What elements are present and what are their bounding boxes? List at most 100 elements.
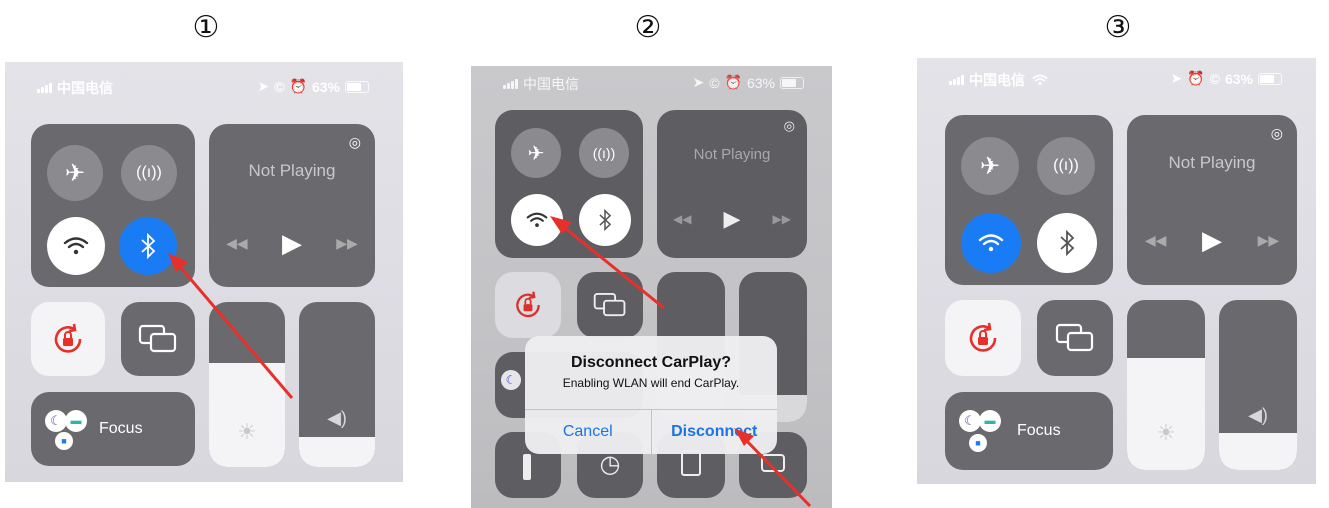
status-bar: 中国电信 ➤ © ⏰ 63%	[471, 66, 832, 106]
orientation-lock-status-icon: ©	[1209, 70, 1220, 87]
status-bar: 中国电信 ➤ ⏰ © 63%	[917, 58, 1316, 98]
orientation-lock-status-icon: ©	[709, 74, 720, 91]
battery-icon	[345, 80, 369, 93]
cellular-icon: ((ı))	[136, 164, 162, 181]
now-playing-module[interactable]: ◎ Not Playing ◀◀ ▶ ▶▶	[209, 124, 375, 287]
step-number-3: ③	[1104, 10, 1132, 45]
airplane-icon: ✈	[979, 152, 1001, 180]
volume-slider[interactable]: ◀)	[299, 302, 375, 467]
carrier-label: 中国电信	[523, 76, 579, 92]
bluetooth-icon	[1060, 230, 1075, 256]
cellular-icon: ((ı))	[1053, 157, 1079, 174]
now-playing-title: Not Playing	[248, 161, 336, 180]
next-track-icon[interactable]: ▶▶	[1258, 232, 1280, 249]
rotation-lock-icon	[516, 291, 540, 318]
battery-percent: 63%	[1224, 70, 1253, 87]
bluetooth-button[interactable]	[1037, 213, 1097, 273]
cancel-button[interactable]: Cancel	[525, 410, 651, 454]
airplane-mode-button[interactable]: ✈	[47, 145, 103, 201]
work-icon: ■	[55, 432, 73, 450]
next-track-icon[interactable]: ▶▶	[336, 235, 358, 252]
airplane-mode-button[interactable]: ✈	[511, 128, 561, 178]
volume-icon: ◀)	[1248, 405, 1268, 425]
carrier-label: 中国电信	[969, 72, 1025, 88]
bed-icon: ▬	[65, 410, 87, 432]
cellular-icon: ((ı))	[592, 145, 616, 161]
moon-icon: ☾	[501, 370, 521, 390]
screen-mirroring-icon	[593, 293, 626, 317]
timer-icon: ◷	[599, 451, 621, 478]
disconnect-button[interactable]: Disconnect	[650, 410, 778, 454]
previous-track-icon[interactable]: ◀◀	[226, 235, 248, 252]
cellular-data-button[interactable]: ((ı))	[121, 145, 177, 201]
work-icon: ■	[969, 434, 987, 452]
alert-title: Disconnect CarPlay?	[570, 354, 732, 371]
flashlight-icon	[523, 454, 531, 480]
bluetooth-icon	[599, 209, 612, 231]
screen-mirroring-icon	[1055, 323, 1094, 352]
alarm-icon: ⏰	[1187, 70, 1205, 86]
bluetooth-icon	[141, 233, 156, 259]
screen-mirroring-icon	[138, 324, 177, 353]
previous-track-icon[interactable]: ◀◀	[673, 212, 691, 226]
screen-mirroring-button[interactable]	[121, 302, 195, 376]
location-icon: ➤	[1170, 70, 1183, 86]
play-icon[interactable]: ▶	[724, 206, 741, 232]
brightness-slider[interactable]: ☀	[1127, 300, 1205, 470]
battery-percent: 63%	[746, 74, 775, 91]
wifi-icon	[978, 234, 1004, 252]
wifi-button[interactable]	[961, 213, 1021, 273]
brightness-icon: ☀	[1156, 420, 1176, 445]
battery-percent: 63%	[311, 78, 340, 95]
focus-label: Focus	[1017, 422, 1061, 439]
bluetooth-button[interactable]	[119, 217, 177, 275]
signal-icon	[949, 75, 964, 85]
screen-mirroring-button[interactable]	[577, 272, 643, 338]
airplay-icon[interactable]: ◎	[349, 134, 361, 151]
rotation-lock-button[interactable]	[31, 302, 105, 376]
volume-slider[interactable]: ◀)	[1219, 300, 1297, 470]
battery-icon	[780, 76, 804, 89]
screen-mirroring-button[interactable]	[1037, 300, 1113, 376]
airplay-icon[interactable]: ◎	[1271, 125, 1283, 142]
wifi-button[interactable]	[511, 194, 563, 246]
connectivity-module: ✈ ((ı))	[945, 115, 1113, 285]
orientation-lock-status-icon: ©	[274, 78, 285, 95]
signal-icon	[37, 83, 52, 93]
now-playing-module[interactable]: ◎ Not Playing ◀◀ ▶ ▶▶	[1127, 115, 1297, 285]
brightness-slider[interactable]: ☀	[209, 302, 285, 467]
cellular-data-button[interactable]: ((ı))	[1037, 137, 1095, 195]
bed-icon: ▬	[979, 410, 1001, 432]
wifi-button[interactable]	[47, 217, 105, 275]
control-center-screen-3: 中国电信 ➤ ⏰ © 63% ✈ ((ı)) ◎ Not Playing ◀◀ ▶ ▶…	[917, 58, 1316, 484]
next-track-icon[interactable]: ▶▶	[773, 212, 791, 226]
cellular-data-button[interactable]: ((ı))	[579, 128, 629, 178]
battery-icon	[1258, 72, 1282, 85]
rotation-lock-icon	[969, 322, 997, 352]
bluetooth-button[interactable]	[579, 194, 631, 246]
airplay-icon[interactable]: ◎	[784, 118, 795, 134]
focus-label: Focus	[99, 420, 143, 437]
focus-button[interactable]: ☾ ▬ ■ Focus	[945, 392, 1113, 470]
now-playing-title: Not Playing	[693, 146, 771, 163]
previous-track-icon[interactable]: ◀◀	[1145, 232, 1167, 249]
play-icon[interactable]: ▶	[1202, 225, 1222, 256]
connectivity-module: ✈ ((ı))	[31, 124, 195, 287]
step-number-1: ①	[192, 10, 220, 45]
connectivity-module: ✈ ((ı))	[495, 110, 643, 258]
location-icon: ➤	[257, 78, 270, 94]
alert-message: Enabling WLAN will end CarPlay.	[562, 376, 740, 390]
signal-icon	[503, 79, 518, 89]
play-icon[interactable]: ▶	[282, 228, 302, 259]
rotation-lock-button[interactable]	[495, 272, 561, 338]
focus-button[interactable]: ☾ ▬ ■ Focus	[31, 392, 195, 466]
wifi-status-icon	[1032, 74, 1048, 86]
now-playing-module[interactable]: ◎ Not Playing ◀◀ ▶ ▶▶	[657, 110, 807, 258]
rotation-lock-button[interactable]	[945, 300, 1021, 376]
rotation-lock-icon	[54, 323, 82, 353]
status-bar: 中国电信 ➤ © ⏰ 63%	[5, 62, 403, 102]
airplane-mode-button[interactable]: ✈	[961, 137, 1019, 195]
now-playing-title: Not Playing	[1168, 153, 1256, 172]
airplane-icon: ✈	[527, 142, 545, 165]
camera-icon	[761, 454, 785, 472]
